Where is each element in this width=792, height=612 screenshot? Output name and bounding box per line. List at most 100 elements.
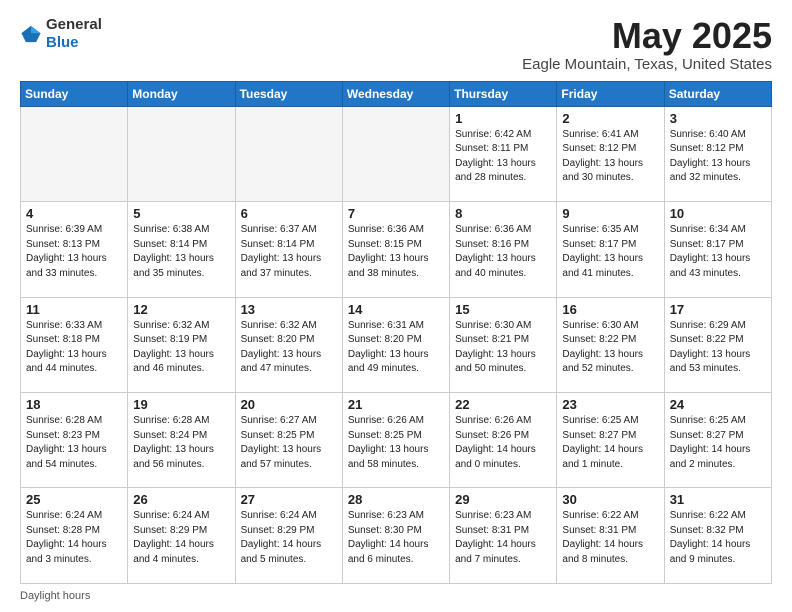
calendar-cell: 8Sunrise: 6:36 AM Sunset: 8:16 PM Daylig… [450, 202, 557, 297]
cell-info: Sunrise: 6:32 AM Sunset: 8:20 PM Dayligh… [241, 319, 337, 377]
calendar-week-row: 18 Sunrise: 6:28 AM Sunset: 8:23 PM Dayli… [21, 393, 772, 488]
cell-info: Sunrise: 6:39 AM Sunset: 8:13 PM Dayligh… [26, 223, 122, 281]
cell-day-number: 4 [26, 206, 122, 221]
calendar-day-header: Tuesday [235, 81, 342, 106]
calendar-cell: 23Sunrise: 6:25 AM Sunset: 8:27 PM Dayli… [557, 393, 664, 488]
calendar-cell: 10 Sunrise: 6:34 AM Sunset: 8:17 PM Dayli… [664, 202, 771, 297]
calendar-cell [235, 106, 342, 201]
calendar-cell [21, 106, 128, 201]
cell-info: Sunrise: 6:25 AM Sunset: 8:27 PM Dayligh… [562, 414, 658, 472]
calendar-cell: 21Sunrise: 6:26 AM Sunset: 8:25 PM Dayli… [342, 393, 449, 488]
cell-day-number: 18 [26, 397, 122, 412]
calendar-cell: 30 Sunrise: 6:22 AM Sunset: 8:31 PM Dayli… [557, 488, 664, 584]
cell-info: Sunrise: 6:41 AM Sunset: 8:12 PM Dayligh… [562, 128, 658, 186]
calendar-day-header: Thursday [450, 81, 557, 106]
cell-info: Sunrise: 6:22 AM Sunset: 8:32 PM Dayligh… [670, 509, 766, 567]
calendar-week-row: 4 Sunrise: 6:39 AM Sunset: 8:13 PM Daylig… [21, 202, 772, 297]
cell-day-number: 28 [348, 492, 444, 507]
cell-info: Sunrise: 6:24 AM Sunset: 8:29 PM Dayligh… [133, 509, 229, 567]
cell-day-number: 20 [241, 397, 337, 412]
subtitle: Eagle Mountain, Texas, United States [522, 56, 772, 73]
cell-day-number: 16 [562, 302, 658, 317]
calendar-cell: 28 Sunrise: 6:23 AM Sunset: 8:30 PM Dayli… [342, 488, 449, 584]
calendar-cell: 16Sunrise: 6:30 AM Sunset: 8:22 PM Dayli… [557, 297, 664, 392]
calendar-cell: 15 Sunrise: 6:30 AM Sunset: 8:21 PM Dayli… [450, 297, 557, 392]
calendar-cell: 31Sunrise: 6:22 AM Sunset: 8:32 PM Dayli… [664, 488, 771, 584]
cell-day-number: 19 [133, 397, 229, 412]
cell-info: Sunrise: 6:24 AM Sunset: 8:29 PM Dayligh… [241, 509, 337, 567]
calendar-cell [342, 106, 449, 201]
cell-info: Sunrise: 6:28 AM Sunset: 8:24 PM Dayligh… [133, 414, 229, 472]
calendar-cell: 13 Sunrise: 6:32 AM Sunset: 8:20 PM Dayli… [235, 297, 342, 392]
cell-info: Sunrise: 6:30 AM Sunset: 8:21 PM Dayligh… [455, 319, 551, 377]
cell-info: Sunrise: 6:33 AM Sunset: 8:18 PM Dayligh… [26, 319, 122, 377]
cell-day-number: 22 [455, 397, 551, 412]
cell-day-number: 13 [241, 302, 337, 317]
calendar-cell: 12 Sunrise: 6:32 AM Sunset: 8:19 PM Dayli… [128, 297, 235, 392]
calendar-cell: 17 Sunrise: 6:29 AM Sunset: 8:22 PM Dayli… [664, 297, 771, 392]
cell-day-number: 14 [348, 302, 444, 317]
title-block: May 2025 Eagle Mountain, Texas, United S… [522, 16, 772, 73]
cell-day-number: 1 [455, 111, 551, 126]
cell-day-number: 2 [562, 111, 658, 126]
calendar-cell: 20 Sunrise: 6:27 AM Sunset: 8:25 PM Dayli… [235, 393, 342, 488]
calendar-cell: 14 Sunrise: 6:31 AM Sunset: 8:20 PM Dayli… [342, 297, 449, 392]
calendar-day-header: Monday [128, 81, 235, 106]
logo: General Blue [20, 16, 102, 52]
cell-info: Sunrise: 6:26 AM Sunset: 8:26 PM Dayligh… [455, 414, 551, 472]
calendar-cell: 18 Sunrise: 6:28 AM Sunset: 8:23 PM Dayli… [21, 393, 128, 488]
calendar-cell: 29 Sunrise: 6:23 AM Sunset: 8:31 PM Dayli… [450, 488, 557, 584]
calendar-day-header: Friday [557, 81, 664, 106]
calendar-day-header: Wednesday [342, 81, 449, 106]
cell-day-number: 8 [455, 206, 551, 221]
cell-day-number: 30 [562, 492, 658, 507]
footer-note: Daylight hours [20, 590, 772, 602]
cell-info: Sunrise: 6:32 AM Sunset: 8:19 PM Dayligh… [133, 319, 229, 377]
cell-day-number: 12 [133, 302, 229, 317]
calendar-cell: 11 Sunrise: 6:33 AM Sunset: 8:18 PM Dayli… [21, 297, 128, 392]
calendar-cell: 6 Sunrise: 6:37 AM Sunset: 8:14 PM Daylig… [235, 202, 342, 297]
cell-day-number: 3 [670, 111, 766, 126]
cell-info: Sunrise: 6:40 AM Sunset: 8:12 PM Dayligh… [670, 128, 766, 186]
cell-info: Sunrise: 6:23 AM Sunset: 8:31 PM Dayligh… [455, 509, 551, 567]
cell-day-number: 17 [670, 302, 766, 317]
cell-info: Sunrise: 6:28 AM Sunset: 8:23 PM Dayligh… [26, 414, 122, 472]
page: General Blue May 2025 Eagle Mountain, Te… [0, 0, 792, 612]
cell-info: Sunrise: 6:31 AM Sunset: 8:20 PM Dayligh… [348, 319, 444, 377]
cell-info: Sunrise: 6:37 AM Sunset: 8:14 PM Dayligh… [241, 223, 337, 281]
calendar-cell: 2 Sunrise: 6:41 AM Sunset: 8:12 PM Daylig… [557, 106, 664, 201]
cell-info: Sunrise: 6:36 AM Sunset: 8:15 PM Dayligh… [348, 223, 444, 281]
cell-info: Sunrise: 6:27 AM Sunset: 8:25 PM Dayligh… [241, 414, 337, 472]
calendar-day-header: Saturday [664, 81, 771, 106]
cell-info: Sunrise: 6:34 AM Sunset: 8:17 PM Dayligh… [670, 223, 766, 281]
cell-day-number: 11 [26, 302, 122, 317]
calendar-cell: 9 Sunrise: 6:35 AM Sunset: 8:17 PM Daylig… [557, 202, 664, 297]
calendar-cell: 5 Sunrise: 6:38 AM Sunset: 8:14 PM Daylig… [128, 202, 235, 297]
cell-day-number: 6 [241, 206, 337, 221]
cell-day-number: 7 [348, 206, 444, 221]
calendar-cell: 3 Sunrise: 6:40 AM Sunset: 8:12 PM Daylig… [664, 106, 771, 201]
calendar-header-row: SundayMondayTuesdayWednesdayThursdayFrid… [21, 81, 772, 106]
calendar-cell: 19 Sunrise: 6:28 AM Sunset: 8:24 PM Dayli… [128, 393, 235, 488]
cell-day-number: 24 [670, 397, 766, 412]
cell-info: Sunrise: 6:42 AM Sunset: 8:11 PM Dayligh… [455, 128, 551, 186]
cell-info: Sunrise: 6:38 AM Sunset: 8:14 PM Dayligh… [133, 223, 229, 281]
calendar-cell: 25Sunrise: 6:24 AM Sunset: 8:28 PM Dayli… [21, 488, 128, 584]
cell-day-number: 29 [455, 492, 551, 507]
cell-day-number: 10 [670, 206, 766, 221]
cell-info: Sunrise: 6:22 AM Sunset: 8:31 PM Dayligh… [562, 509, 658, 567]
cell-info: Sunrise: 6:23 AM Sunset: 8:30 PM Dayligh… [348, 509, 444, 567]
cell-info: Sunrise: 6:29 AM Sunset: 8:22 PM Dayligh… [670, 319, 766, 377]
calendar-cell: 26Sunrise: 6:24 AM Sunset: 8:29 PM Dayli… [128, 488, 235, 584]
calendar-cell: 1 Sunrise: 6:42 AM Sunset: 8:11 PM Daylig… [450, 106, 557, 201]
cell-day-number: 15 [455, 302, 551, 317]
cell-day-number: 5 [133, 206, 229, 221]
cell-info: Sunrise: 6:35 AM Sunset: 8:17 PM Dayligh… [562, 223, 658, 281]
calendar-cell: 4 Sunrise: 6:39 AM Sunset: 8:13 PM Daylig… [21, 202, 128, 297]
cell-day-number: 9 [562, 206, 658, 221]
logo-text: General Blue [46, 16, 102, 52]
cell-day-number: 21 [348, 397, 444, 412]
main-title: May 2025 [522, 16, 772, 56]
calendar-cell: 27Sunrise: 6:24 AM Sunset: 8:29 PM Dayli… [235, 488, 342, 584]
calendar-cell: 24Sunrise: 6:25 AM Sunset: 8:27 PM Dayli… [664, 393, 771, 488]
